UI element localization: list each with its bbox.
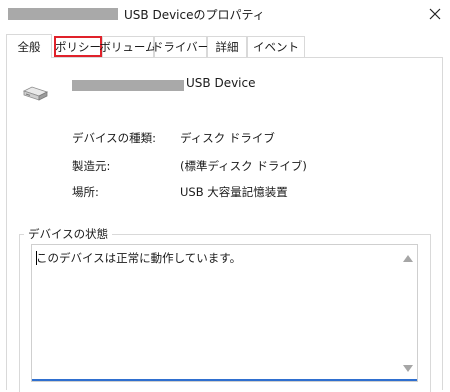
- tab-label: イベント: [253, 40, 299, 54]
- tab-label: ポリシー: [55, 39, 101, 54]
- scroll-up-icon: [403, 254, 413, 262]
- scroll-down-icon: [403, 364, 413, 372]
- device-name: USB Device: [186, 76, 256, 90]
- tab-label: ドライバー: [151, 40, 210, 54]
- close-icon: [429, 8, 441, 20]
- tab-label: 全般: [17, 39, 41, 54]
- scroll-up-button[interactable]: [402, 253, 414, 263]
- tab-label: 詳細: [215, 40, 239, 54]
- location-value: USB 大容量記憶装置: [180, 185, 288, 199]
- title-bar: USB Deviceのプロパティ: [0, 0, 450, 30]
- tab-volume[interactable]: ボリューム: [99, 36, 157, 57]
- tab-policy[interactable]: ポリシー: [54, 36, 102, 57]
- tab-label: ボリューム: [99, 40, 157, 54]
- title-redaction: [8, 8, 118, 20]
- close-button[interactable]: [424, 3, 446, 25]
- manufacturer-label: 製造元:: [72, 159, 111, 173]
- tab-strip: 全般 ポリシー ボリューム ドライバー 詳細 イベント: [0, 34, 450, 58]
- tab-general[interactable]: 全般: [6, 34, 52, 58]
- scroll-down-button[interactable]: [402, 363, 414, 373]
- tab-events[interactable]: イベント: [247, 36, 305, 57]
- focus-underline: [32, 379, 417, 381]
- device-type-value: ディスク ドライブ: [180, 131, 275, 145]
- device-name-redaction: [72, 80, 184, 91]
- text-caret: [36, 251, 37, 265]
- manufacturer-value: (標準ディスク ドライブ): [180, 159, 307, 173]
- device-status-text: このデバイスは正常に動作しています。: [36, 251, 242, 265]
- drive-icon: [22, 86, 48, 101]
- device-status-legend: デバイスの状態: [24, 226, 113, 242]
- tab-details[interactable]: 詳細: [207, 36, 247, 57]
- location-label: 場所:: [72, 185, 99, 199]
- device-type-label: デバイスの種類:: [72, 131, 157, 145]
- window-title: USB Deviceのプロパティ: [124, 8, 265, 22]
- tab-driver[interactable]: ドライバー: [151, 36, 210, 57]
